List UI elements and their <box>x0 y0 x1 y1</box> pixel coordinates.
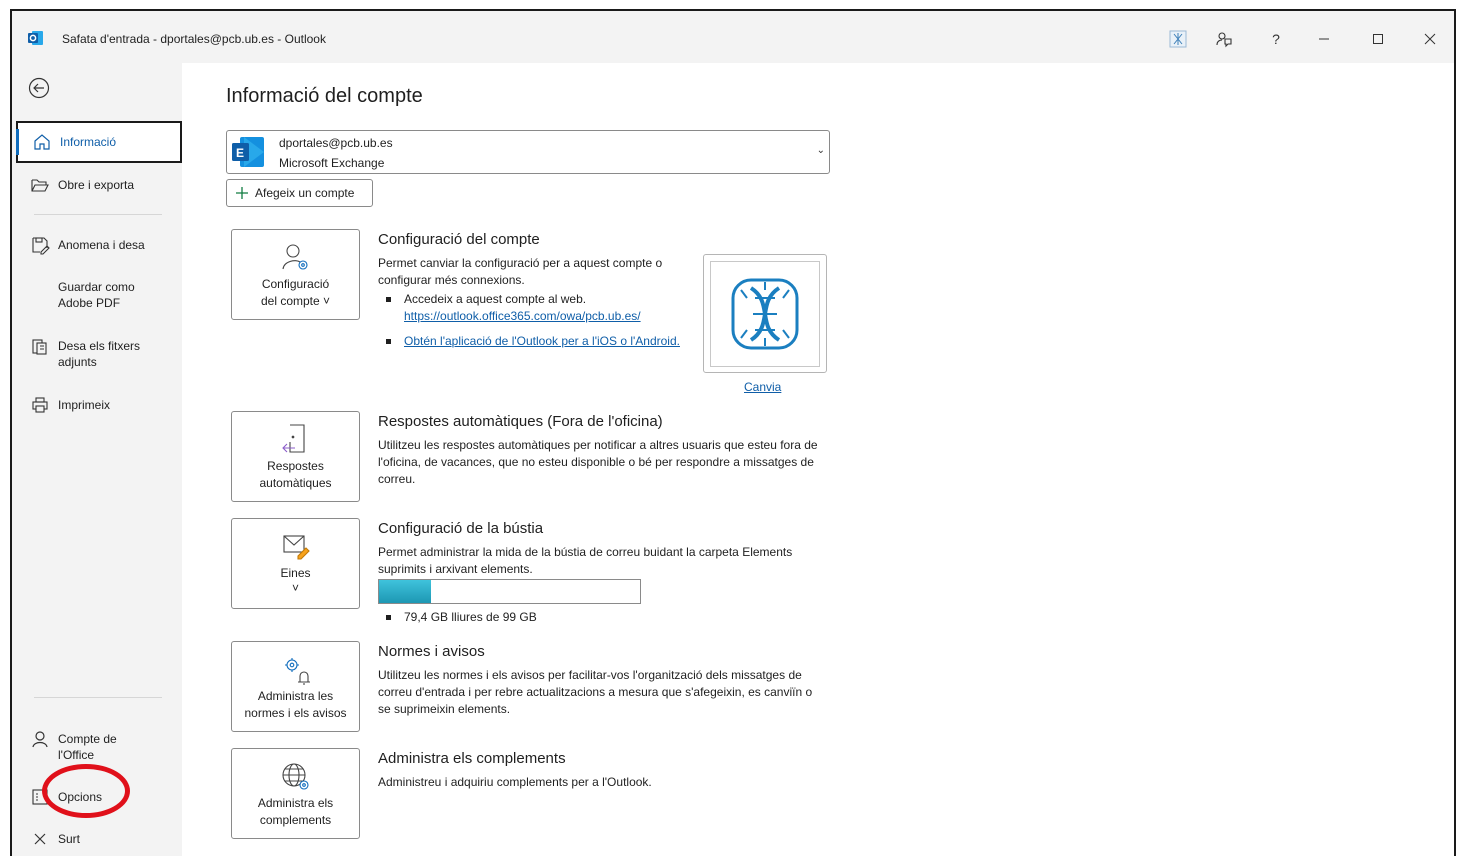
tile-label: Respostes <box>267 459 324 473</box>
tile-label: Administra els <box>257 796 334 810</box>
minimize-button[interactable] <box>1310 25 1338 53</box>
maximize-button[interactable] <box>1364 25 1392 53</box>
exchange-logo-icon: E <box>232 137 264 167</box>
attachments-icon <box>32 339 47 355</box>
section-title: Normes i avisos <box>378 643 485 660</box>
sidebar-item-label: Compte de l'Office <box>58 732 117 762</box>
close-button[interactable] <box>1416 25 1444 53</box>
dna-logo-icon <box>731 278 799 350</box>
ub-logo-image <box>710 261 820 367</box>
window-title: Safata d'entrada - dportales@pcb.ub.es -… <box>62 32 326 46</box>
mobile-app-link[interactable]: Obtén l'aplicació de l'Outlook per a l'i… <box>404 334 680 348</box>
sidebar-item-adobe-pdf[interactable]: Guardar como Adobe PDF <box>16 277 182 311</box>
printer-icon <box>32 397 48 413</box>
sidebar-item-label: Obre i exporta <box>58 178 135 192</box>
sidebar-item-label: Anomena i desa <box>58 238 145 252</box>
storage-text: 79,4 GB lliures de 99 GB <box>386 609 537 626</box>
mailbox-storage-bar <box>378 579 641 604</box>
account-picture[interactable] <box>703 254 827 373</box>
section-title: Configuració del compte <box>378 231 540 248</box>
tools-button[interactable]: Eines ˅ <box>231 518 360 609</box>
section-title: Configuració de la bústia <box>378 520 544 537</box>
tile-label: automàtiques <box>259 476 332 490</box>
sidebar-item-label: Imprimeix <box>58 398 111 412</box>
outlook-app-icon <box>28 31 43 45</box>
blank-icon <box>30 277 50 297</box>
sidebar-item-label: Guardar como Adobe PDF <box>58 280 135 310</box>
page-title: Informació del compte <box>226 85 423 107</box>
chevron-down-icon: ⌄ <box>816 145 825 156</box>
title-bar: Safata d'entrada - dportales@pcb.ub.es -… <box>12 11 1454 63</box>
account-dropdown[interactable]: E dportales@pcb.ub.es Microsoft Exchange… <box>226 130 830 174</box>
tile-label: ˅ <box>291 581 299 595</box>
section-description: Utilitzeu les respostes automàtiques per… <box>378 438 818 486</box>
bullet-text: Accedeix a aquest compte al web. <box>404 292 587 306</box>
account-settings-button[interactable]: Configuració del compte ˅ <box>231 229 360 320</box>
tile-label: Configuració <box>261 277 330 291</box>
mailbox-cleanup-icon <box>282 535 310 560</box>
sidebar-item-label: Surt <box>58 832 81 846</box>
section-description: Utilitzeu les normes i els avisos per fa… <box>378 668 813 716</box>
sidebar-divider <box>34 214 162 215</box>
section-description: Permet canviar la configuració per a aqu… <box>378 256 663 287</box>
sidebar-item-imprimeix[interactable]: Imprimeix <box>16 395 182 415</box>
plus-icon <box>236 187 248 199</box>
sidebar-item-compte-office[interactable]: Compte de l'Office <box>16 729 182 763</box>
section-title: Respostes automàtiques (Fora de l'oficin… <box>378 413 663 430</box>
owa-link[interactable]: https://outlook.office365.com/owa/pcb.ub… <box>404 309 641 323</box>
sidebar-item-label: Informació <box>60 135 117 149</box>
account-settings-icon <box>281 244 308 270</box>
account-type: Microsoft Exchange <box>279 156 385 170</box>
feedback-icon[interactable] <box>1210 25 1238 53</box>
door-exit-icon <box>281 424 305 453</box>
sidebar-divider <box>34 697 162 698</box>
tile-label: normes i els avisos <box>244 706 347 720</box>
bullet-item: Obtén l'aplicació de l'Outlook per a l'i… <box>386 333 680 350</box>
folder-open-icon <box>31 179 49 192</box>
automatic-replies-button[interactable]: Respostes automàtiques <box>231 411 360 502</box>
sidebar-item-obre-exporta[interactable]: Obre i exporta <box>16 175 182 195</box>
manage-addins-button[interactable]: Administra els complements <box>231 748 360 839</box>
account-email: dportales@pcb.ub.es <box>279 136 393 150</box>
help-button[interactable]: ? <box>1262 25 1290 53</box>
bullet-item: Accedeix a aquest compte al web. https:/… <box>386 291 641 325</box>
change-picture-link[interactable]: Canvia <box>744 380 781 394</box>
backstage-sidebar: Informació Obre i exporta Anomena i desa… <box>12 63 182 856</box>
sidebar-item-desa-adjunts[interactable]: Desa els fitxers adjunts <box>16 336 182 370</box>
section-description: Administreu i adquiriu complements per a… <box>378 775 652 789</box>
sidebar-item-label: Desa els fitxers adjunts <box>58 339 141 369</box>
outlook-window: Safata d'entrada - dportales@pcb.ub.es -… <box>10 9 1456 856</box>
add-account-label: Afegeix un compte <box>255 186 355 200</box>
profile-picture-icon[interactable] <box>1164 25 1192 53</box>
add-account-button[interactable]: Afegeix un compte <box>226 179 373 207</box>
home-icon <box>34 134 50 150</box>
sidebar-item-surt[interactable]: Surt <box>16 829 182 849</box>
account-info-panel: Informació del compte E dportales@pcb.ub… <box>182 63 1454 856</box>
highlight-circle <box>42 764 130 818</box>
save-as-icon <box>32 237 50 255</box>
close-icon <box>34 833 46 845</box>
sidebar-item-informacio[interactable]: Informació <box>16 121 182 163</box>
tile-label: Administra les <box>257 689 334 703</box>
storage-bar-fill <box>379 580 432 603</box>
manage-rules-button[interactable]: Administra les normes i els avisos <box>231 641 360 732</box>
rules-alerts-icon <box>284 658 310 685</box>
back-arrow-icon[interactable] <box>28 77 50 99</box>
globe-settings-icon <box>281 763 309 790</box>
sidebar-item-anomena-desa[interactable]: Anomena i desa <box>16 235 182 255</box>
section-description: Permet administrar la mida de la bústia … <box>378 545 793 576</box>
person-icon <box>32 731 48 748</box>
tile-label: complements <box>259 813 332 827</box>
section-title: Administra els complements <box>378 750 566 767</box>
svg-text:E: E <box>236 146 244 160</box>
tile-label: del compte ˅ <box>260 294 331 308</box>
